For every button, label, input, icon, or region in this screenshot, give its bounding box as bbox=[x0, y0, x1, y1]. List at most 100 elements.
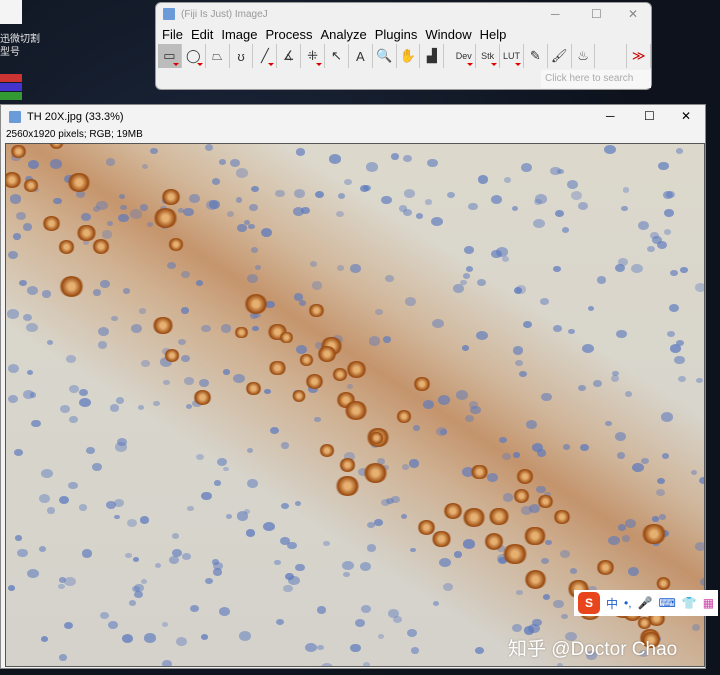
maximize-button[interactable]: ☐ bbox=[644, 109, 655, 123]
neuron-mark bbox=[537, 495, 554, 509]
image-title-bar[interactable]: TH 20X.jpg (33.3%) ─ ☐ ✕ bbox=[1, 105, 705, 129]
menu-plugins[interactable]: Plugins bbox=[373, 27, 424, 42]
nucleus-mark bbox=[486, 473, 498, 483]
nucleus-mark bbox=[477, 175, 488, 184]
nucleus-mark bbox=[59, 495, 70, 504]
keyboard-icon[interactable]: ⌨ bbox=[659, 596, 676, 610]
nucleus-mark bbox=[563, 444, 571, 450]
nucleus-mark bbox=[652, 236, 662, 245]
stk-menu-icon: Stk bbox=[481, 51, 495, 61]
nucleus-mark bbox=[512, 452, 520, 458]
nucleus-mark bbox=[9, 194, 22, 204]
menu-help[interactable]: Help bbox=[478, 27, 513, 42]
nucleus-mark bbox=[140, 516, 150, 524]
menu-window[interactable]: Window bbox=[423, 27, 477, 42]
nucleus-mark bbox=[311, 281, 322, 290]
nucleus-mark bbox=[678, 375, 687, 382]
nucleus-mark bbox=[123, 288, 131, 294]
text-tool[interactable]: A bbox=[349, 44, 373, 68]
flood-fill-tool[interactable]: ♨ bbox=[572, 44, 596, 68]
color-picker-tool[interactable]: ▟ bbox=[420, 44, 445, 68]
nucleus-mark bbox=[404, 296, 416, 306]
minimize-button[interactable]: ─ bbox=[551, 7, 560, 21]
pencil-tool[interactable]: ✎ bbox=[524, 44, 548, 68]
menu-image[interactable]: Image bbox=[219, 27, 263, 42]
nucleus-mark bbox=[92, 289, 102, 296]
nucleus-mark bbox=[700, 578, 704, 587]
nucleus-mark bbox=[406, 628, 417, 637]
close-button[interactable]: ✕ bbox=[628, 7, 638, 21]
nucleus-mark bbox=[314, 416, 321, 423]
menu-file[interactable]: File bbox=[160, 27, 189, 42]
text-tool-icon: A bbox=[355, 48, 365, 64]
freehand-tool[interactable]: ʊ bbox=[230, 44, 254, 68]
nucleus-mark bbox=[236, 511, 249, 521]
imagej-title-bar[interactable]: (Fiji Is Just) ImageJ ─ ☐ ✕ bbox=[156, 3, 651, 25]
nucleus-mark bbox=[608, 535, 620, 545]
multipoint-tool[interactable]: ⁜ bbox=[301, 44, 326, 68]
sogou-logo-icon[interactable]: S bbox=[578, 592, 600, 614]
grid-icon[interactable]: ▦ bbox=[703, 596, 714, 610]
micrograph-image-canvas[interactable] bbox=[5, 143, 705, 667]
nucleus-mark bbox=[58, 576, 66, 583]
nucleus-mark bbox=[690, 470, 697, 476]
nucleus-mark bbox=[456, 390, 468, 400]
nucleus-mark bbox=[336, 210, 345, 217]
angle-tool[interactable]: ∡ bbox=[277, 44, 302, 68]
nucleus-mark bbox=[366, 544, 377, 552]
nucleus-mark bbox=[453, 284, 464, 293]
oval-tool[interactable]: ◯ bbox=[182, 44, 206, 68]
nucleus-mark bbox=[141, 360, 150, 367]
nucleus-mark bbox=[68, 384, 79, 393]
nucleus-mark bbox=[680, 267, 688, 273]
nucleus-mark bbox=[675, 147, 684, 154]
menu-analyze[interactable]: Analyze bbox=[318, 27, 372, 42]
nucleus-mark bbox=[381, 195, 392, 205]
ime-mode[interactable]: 中 bbox=[606, 595, 618, 612]
nucleus-mark bbox=[261, 228, 273, 238]
line-tool[interactable]: ╱ bbox=[253, 44, 278, 68]
skin-icon[interactable]: 👕 bbox=[682, 596, 697, 610]
lut-menu[interactable]: LUT bbox=[500, 44, 524, 68]
nucleus-mark bbox=[568, 328, 575, 335]
window-title: (Fiji Is Just) ImageJ bbox=[181, 8, 268, 20]
nucleus-mark bbox=[490, 195, 502, 204]
nucleus-mark bbox=[511, 623, 522, 632]
more-tools[interactable]: ≫ bbox=[627, 44, 652, 68]
search-field[interactable]: Click here to search bbox=[541, 70, 651, 88]
menu-edit[interactable]: Edit bbox=[189, 27, 219, 42]
menu-process[interactable]: Process bbox=[264, 27, 319, 42]
stk-menu[interactable]: Stk bbox=[476, 44, 501, 68]
wand-tool[interactable]: ↖ bbox=[325, 44, 349, 68]
nucleus-mark bbox=[611, 370, 619, 377]
desktop-file-icon[interactable] bbox=[0, 0, 22, 24]
magnifier-tool[interactable]: 🔍 bbox=[373, 44, 397, 68]
minimize-button[interactable]: ─ bbox=[606, 109, 615, 123]
nucleus-mark bbox=[661, 412, 673, 422]
close-button[interactable]: ✕ bbox=[681, 109, 691, 123]
nucleus-mark bbox=[200, 634, 208, 640]
rectangle-tool[interactable]: ▭ bbox=[158, 44, 182, 68]
nucleus-mark bbox=[561, 613, 568, 620]
nucleus-mark bbox=[12, 232, 22, 240]
hand-tool[interactable]: ✋ bbox=[397, 44, 421, 68]
nucleus-mark bbox=[651, 516, 659, 522]
nucleus-mark bbox=[366, 521, 375, 528]
nucleus-mark bbox=[582, 344, 594, 354]
polygon-tool[interactable]: ⏢ bbox=[206, 44, 230, 68]
imagej-main-window: (Fiji Is Just) ImageJ ─ ☐ ✕ File Edit Imag… bbox=[155, 2, 652, 90]
nucleus-mark bbox=[659, 513, 667, 520]
nucleus-mark bbox=[8, 250, 19, 259]
nucleus-mark bbox=[622, 535, 631, 542]
microphone-icon[interactable]: 🎤 bbox=[638, 596, 653, 610]
lut-menu-icon: LUT bbox=[502, 51, 520, 61]
nucleus-mark bbox=[8, 585, 16, 591]
maximize-button[interactable]: ☐ bbox=[591, 7, 602, 21]
brush-tool[interactable]: 🖌 bbox=[548, 44, 572, 68]
dev-menu[interactable]: Dev bbox=[452, 44, 477, 68]
blank-tool[interactable] bbox=[595, 44, 628, 68]
nucleus-mark bbox=[181, 354, 191, 362]
ime-punct[interactable]: •, bbox=[624, 596, 632, 610]
desktop-app-icon[interactable] bbox=[0, 74, 22, 82]
nucleus-mark bbox=[374, 519, 383, 526]
